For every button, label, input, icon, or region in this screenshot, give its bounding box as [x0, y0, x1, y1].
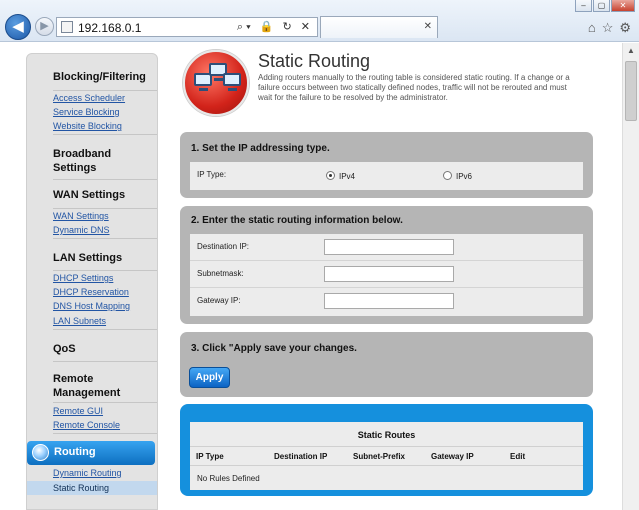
divider [53, 238, 157, 239]
sidebar-item-static-routing[interactable]: Static Routing [27, 481, 157, 495]
address-bar[interactable]: 192.168.0.1 ⌕▾ 🔒 ↻ ✕ [56, 17, 318, 37]
sidebar-item-dhcp-settings[interactable]: DHCP Settings [53, 273, 113, 283]
static-routes-title: Static Routes [357, 430, 416, 440]
sidebar-nav: Blocking/Filtering Access Scheduler Serv… [26, 53, 158, 510]
sidebar-item-dynamic-routing[interactable]: Dynamic Routing [53, 468, 122, 478]
gateway-ip-input[interactable] [324, 293, 454, 309]
forward-arrow-icon[interactable]: ▶ [35, 17, 54, 36]
page-title: Static Routing [258, 51, 371, 71]
apply-button[interactable]: Apply [189, 367, 230, 388]
divider [53, 433, 157, 434]
ip-type-panel: 1. Set the IP addressing type. IP Type: … [180, 132, 593, 198]
sidebar-item-dynamic-dns[interactable]: Dynamic DNS [53, 225, 110, 235]
sidebar-heading-wan: WAN Settings [53, 189, 126, 201]
sidebar-item-service-blocking[interactable]: Service Blocking [53, 107, 120, 117]
column-ip-type: IP Type [196, 452, 224, 461]
window-controls: – ▢ ✕ [574, 0, 635, 12]
minimize-icon[interactable]: – [575, 0, 592, 12]
browser-tab[interactable]: ✕ [320, 16, 438, 38]
home-icon[interactable]: ⌂ [588, 20, 596, 36]
destination-ip-input[interactable] [324, 239, 454, 255]
favorites-star-icon[interactable]: ☆ [602, 20, 614, 36]
sidebar-item-wan-settings[interactable]: WAN Settings [53, 211, 109, 221]
ip-type-form: IP Type: IPv4 IPv6 [190, 162, 583, 190]
page-icon [61, 21, 73, 33]
window-close-icon[interactable]: ✕ [611, 0, 635, 12]
ip-type-row: IP Type: IPv4 IPv6 [190, 162, 583, 189]
step2-title: 2. Enter the static routing information … [191, 215, 403, 226]
ipv6-label[interactable]: IPv6 [456, 172, 472, 181]
routing-info-panel: 2. Enter the static routing information … [180, 206, 593, 324]
vertical-scrollbar[interactable]: ▲ [622, 43, 639, 510]
column-subnet-prefix: Subnet-Prefix [353, 452, 406, 461]
static-routes-header: IP Type Destination IP Subnet-Prefix Gat… [190, 446, 583, 466]
no-rules-text: No Rules Defined [197, 474, 260, 483]
subnetmask-input[interactable] [324, 266, 454, 282]
sidebar-item-remote-gui[interactable]: Remote GUI [53, 406, 103, 416]
sidebar-heading-blocking: Blocking/Filtering [53, 71, 146, 83]
apply-panel: 3. Click "Apply save your changes. Apply [180, 332, 593, 397]
scroll-up-icon[interactable]: ▲ [623, 43, 639, 59]
destination-ip-label: Destination IP: [197, 242, 250, 251]
sidebar-heading-lan: LAN Settings [53, 252, 123, 264]
divider [53, 270, 157, 271]
back-arrow-icon[interactable]: ◀ [5, 14, 31, 40]
sidebar-heading-broadband[interactable]: Broadband Settings [53, 147, 143, 175]
ip-type-label: IP Type: [197, 170, 227, 179]
gateway-ip-label: Gateway IP: [197, 296, 241, 305]
tab-close-icon[interactable]: ✕ [424, 21, 432, 32]
divider [53, 329, 157, 330]
subnetmask-row: Subnetmask: [190, 261, 583, 288]
sidebar-item-website-blocking[interactable]: Website Blocking [53, 121, 122, 131]
sidebar-item-lan-subnets[interactable]: LAN Subnets [53, 316, 106, 326]
browser-icons: ⌂ ☆ ⚙ [588, 20, 631, 36]
divider [53, 134, 157, 135]
divider [53, 179, 157, 180]
divider [53, 361, 157, 362]
sidebar-item-dns-host-mapping[interactable]: DNS Host Mapping [53, 301, 130, 311]
subnetmask-label: Subnetmask: [197, 269, 244, 278]
gateway-ip-row: Gateway IP: [190, 288, 583, 315]
settings-gear-icon[interactable]: ⚙ [619, 20, 631, 36]
destination-ip-row: Destination IP: [190, 234, 583, 261]
step1-title: 1. Set the IP addressing type. [191, 143, 330, 154]
static-routes-panel: Static Routes IP Type Destination IP Sub… [180, 404, 593, 496]
divider [53, 402, 157, 403]
column-destination-ip: Destination IP [274, 452, 328, 461]
browser-toolbar: – ▢ ✕ ◀ ▶ 192.168.0.1 ⌕▾ 🔒 ↻ ✕ ✕ ⌂ ☆ ⚙ [0, 0, 639, 42]
sidebar-heading-qos[interactable]: QoS [53, 342, 76, 356]
column-edit: Edit [510, 452, 526, 461]
sidebar-heading-remote-management: Remote Management [53, 373, 121, 399]
address-tools-icons[interactable]: ⌕▾ 🔒 ↻ ✕ [237, 20, 313, 34]
page-description: Adding routers manually to the routing t… [258, 73, 570, 102]
static-routing-network-icon [183, 50, 249, 116]
ipv6-radio[interactable] [443, 171, 452, 180]
column-gateway-ip: Gateway IP [431, 452, 474, 461]
routing-info-form: Destination IP: Subnetmask: Gateway IP: [190, 234, 583, 316]
divider [53, 90, 157, 91]
globe-icon [32, 444, 49, 461]
sidebar-item-label: Static Routing [53, 483, 110, 493]
divider [53, 208, 157, 209]
ipv4-label[interactable]: IPv4 [339, 172, 355, 181]
step3-title: 3. Click "Apply save your changes. [191, 343, 357, 354]
sidebar-section-routing[interactable]: Routing [27, 441, 155, 465]
sidebar-heading-routing: Routing [54, 446, 96, 458]
address-url[interactable]: 192.168.0.1 [78, 21, 141, 35]
sidebar-item-access-scheduler[interactable]: Access Scheduler [53, 93, 125, 103]
scroll-thumb[interactable] [625, 61, 637, 121]
sidebar-item-dhcp-reservation[interactable]: DHCP Reservation [53, 287, 129, 297]
maximize-icon[interactable]: ▢ [593, 0, 610, 12]
ipv4-radio[interactable] [326, 171, 335, 180]
static-routes-table: Static Routes IP Type Destination IP Sub… [190, 422, 583, 490]
sidebar-item-remote-console[interactable]: Remote Console [53, 420, 120, 430]
